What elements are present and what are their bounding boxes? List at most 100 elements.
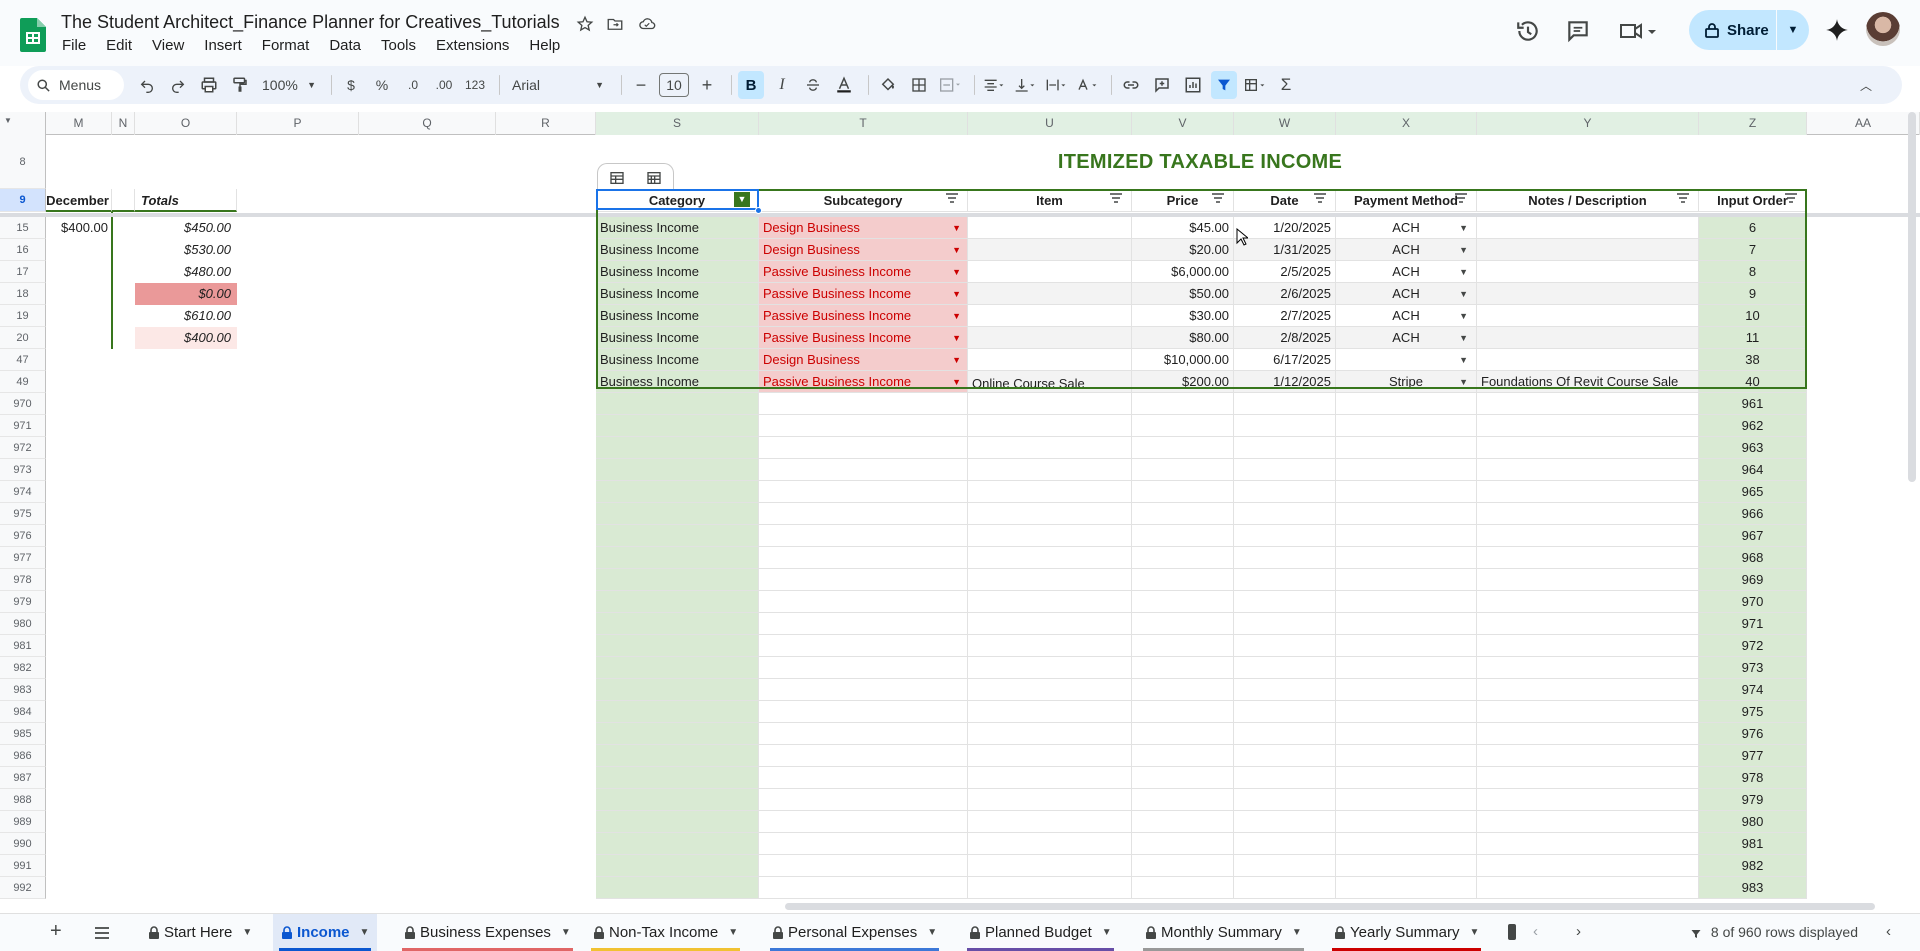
column-header-s[interactable]: S [596, 112, 759, 135]
date-cell[interactable]: 1/20/2025 [1234, 217, 1336, 239]
input-order-cell[interactable]: 982 [1699, 855, 1807, 877]
borders-icon[interactable] [906, 71, 932, 99]
totals-cell[interactable]: $450.00 [135, 217, 237, 239]
empty-cell[interactable] [968, 459, 1132, 481]
sheet-tab-planned-budget[interactable]: Planned Budget ▼ [961, 914, 1120, 951]
notes-cell[interactable] [1477, 217, 1699, 239]
empty-cell[interactable] [968, 811, 1132, 833]
empty-cell[interactable] [1234, 415, 1336, 437]
filter-views-icon[interactable] [1242, 71, 1268, 99]
dropdown-chevron-icon[interactable]: ▼ [952, 371, 961, 392]
empty-cell[interactable] [759, 745, 968, 767]
dropdown-chevron-icon[interactable]: ▼ [1459, 217, 1468, 238]
column-header-v[interactable]: V [1132, 112, 1234, 135]
star-icon[interactable] [576, 15, 594, 33]
gemini-icon[interactable] [1824, 17, 1850, 43]
price-cell[interactable]: $10,000.00 [1132, 349, 1234, 371]
table-header-t[interactable]: Subcategory [759, 189, 968, 212]
empty-cell[interactable] [1336, 767, 1477, 789]
cell-r[interactable] [496, 217, 596, 239]
input-order-cell[interactable]: 964 [1699, 459, 1807, 481]
notes-cell[interactable] [1477, 283, 1699, 305]
category-cell[interactable]: Business Income [596, 217, 759, 239]
table-header-s[interactable]: Category ▼ [596, 189, 759, 212]
insert-comment-icon[interactable] [1149, 71, 1175, 99]
row-header[interactable]: 972 [0, 437, 46, 459]
category-cell[interactable] [596, 393, 759, 415]
empty-cell[interactable] [1477, 635, 1699, 657]
empty-cell[interactable] [1336, 855, 1477, 877]
decrease-font-size-icon[interactable]: − [628, 71, 654, 99]
table-header-z[interactable]: Input Order [1699, 189, 1807, 212]
category-cell[interactable]: Business Income [596, 305, 759, 327]
row-header[interactable]: 991 [0, 855, 46, 877]
row-header[interactable]: 49 [0, 371, 46, 393]
item-cell[interactable] [968, 283, 1132, 305]
row-header[interactable]: 984 [0, 701, 46, 723]
item-cell[interactable] [968, 327, 1132, 349]
chevron-down-icon[interactable]: ▼ [1292, 927, 1302, 938]
increase-font-size-icon[interactable]: + [694, 71, 720, 99]
totals-cell[interactable]: $610.00 [135, 305, 237, 327]
document-title[interactable]: The Student Architect_Finance Planner fo… [61, 12, 560, 33]
empty-cell[interactable] [1336, 591, 1477, 613]
input-order-cell[interactable]: 966 [1699, 503, 1807, 525]
cell-r[interactable] [496, 349, 596, 371]
text-color-icon[interactable] [831, 71, 857, 99]
vertical-scrollbar[interactable] [1908, 112, 1916, 482]
empty-cell[interactable] [759, 525, 968, 547]
category-cell[interactable] [596, 613, 759, 635]
row-header[interactable]: 16 [0, 239, 46, 261]
empty-cell[interactable] [1234, 811, 1336, 833]
empty-cell[interactable] [1234, 569, 1336, 591]
dropdown-chevron-icon[interactable]: ▼ [952, 261, 961, 282]
subcategory-cell[interactable]: Design Business ▼ [759, 239, 968, 261]
row-header[interactable]: 988 [0, 789, 46, 811]
input-order-cell[interactable]: 977 [1699, 745, 1807, 767]
empty-cell[interactable] [1336, 789, 1477, 811]
horizontal-scrollbar[interactable] [785, 903, 1875, 910]
notes-cell[interactable]: Foundations Of Revit Course Sale [1477, 371, 1699, 393]
decrease-decimal-button[interactable]: .0 [400, 71, 426, 99]
text-wrapping-icon[interactable] [1043, 71, 1069, 99]
filter-icon[interactable] [1211, 71, 1237, 99]
column-header-q[interactable]: Q [359, 112, 496, 135]
percent-format-button[interactable]: % [369, 71, 395, 99]
cell-n[interactable] [112, 371, 135, 393]
cell-q[interactable] [359, 371, 496, 393]
empty-cell[interactable] [1477, 415, 1699, 437]
empty-cell[interactable] [1477, 767, 1699, 789]
empty-cell[interactable] [1477, 547, 1699, 569]
undo-icon[interactable] [134, 71, 160, 99]
category-cell[interactable] [596, 569, 759, 591]
cell-r[interactable] [496, 261, 596, 283]
empty-cell[interactable] [1234, 877, 1336, 899]
category-cell[interactable] [596, 547, 759, 569]
empty-cell[interactable] [1477, 613, 1699, 635]
empty-cell[interactable] [1132, 789, 1234, 811]
input-order-cell[interactable]: 971 [1699, 613, 1807, 635]
version-history-icon[interactable] [1515, 18, 1541, 44]
explore-side-icon[interactable]: ‹ [1886, 923, 1891, 940]
payment-method-cell[interactable]: ACH ▼ [1336, 239, 1477, 261]
dropdown-chevron-icon[interactable]: ▼ [952, 349, 961, 370]
scroll-tabs-right-icon[interactable]: › [1576, 923, 1581, 940]
empty-cell[interactable] [968, 723, 1132, 745]
empty-cell[interactable] [1336, 503, 1477, 525]
row-header[interactable]: 974 [0, 481, 46, 503]
table-settings-icon[interactable] [646, 170, 662, 186]
empty-cell[interactable] [1477, 569, 1699, 591]
empty-cell[interactable] [1132, 701, 1234, 723]
cell-p[interactable] [237, 239, 359, 261]
empty-cell[interactable] [1336, 569, 1477, 591]
category-cell[interactable]: Business Income [596, 349, 759, 371]
empty-cell[interactable] [1477, 481, 1699, 503]
empty-cell[interactable] [1336, 745, 1477, 767]
item-cell[interactable] [968, 305, 1132, 327]
sheet-tab-non-tax-income[interactable]: Non-Tax Income ▼ [585, 914, 746, 951]
notes-cell[interactable] [1477, 327, 1699, 349]
meet-icon[interactable] [1618, 18, 1658, 44]
font-size-input[interactable]: 10 [659, 73, 689, 97]
column-header-n[interactable]: N [112, 112, 135, 135]
input-order-cell[interactable]: 981 [1699, 833, 1807, 855]
